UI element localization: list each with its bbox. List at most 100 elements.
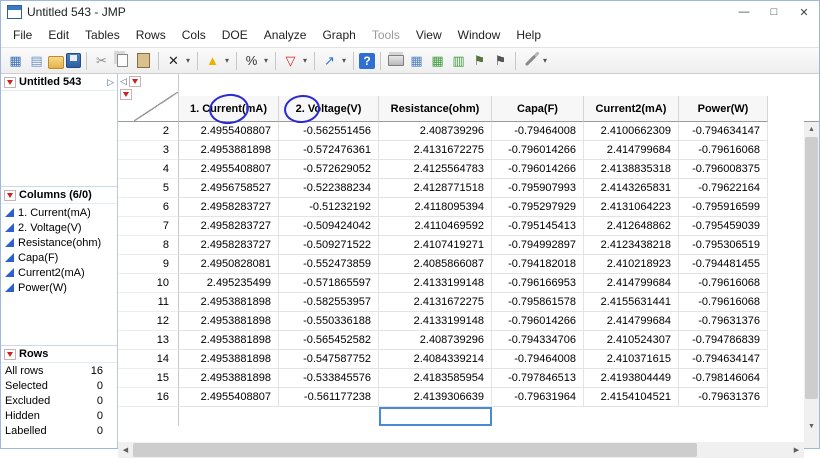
table-cell[interactable]: 2.4953881898: [179, 369, 279, 388]
table-cell[interactable]: 2.4107419271: [379, 236, 492, 255]
column-header[interactable]: Capa(F): [492, 96, 584, 122]
table-cell[interactable]: 2.4955408807: [179, 388, 279, 407]
toolbar-dropdown-caret[interactable]: ▾: [301, 56, 309, 65]
menu-help[interactable]: Help: [508, 25, 549, 45]
table-cell[interactable]: -0.79622164: [679, 179, 768, 198]
table-cell[interactable]: 2.4139306639: [379, 388, 492, 407]
column-list-item[interactable]: Power(W): [1, 280, 117, 295]
flag2-icon[interactable]: ⚑: [491, 51, 510, 70]
preferences-wrench-icon[interactable]: [521, 51, 540, 70]
column-header[interactable]: 1. Current(mA): [179, 96, 279, 122]
table-cell[interactable]: -0.509424042: [279, 217, 379, 236]
table-cell[interactable]: 2.4953881898: [179, 293, 279, 312]
columns-menu-icon[interactable]: [128, 76, 141, 87]
toolbar-dropdown-caret[interactable]: ▾: [184, 56, 192, 65]
table-cell[interactable]: 2.4128771518: [379, 179, 492, 198]
layout-icon[interactable]: ▦: [407, 51, 426, 70]
table-cell[interactable]: -0.79464008: [492, 350, 584, 369]
menu-analyze[interactable]: Analyze: [256, 25, 315, 45]
table-cell[interactable]: 2.4084339214: [379, 350, 492, 369]
table-panel-header[interactable]: Untitled 543 ▷: [1, 74, 117, 91]
table-cell[interactable]: -0.550336188: [279, 312, 379, 331]
table-cell[interactable]: -0.794786839: [679, 331, 768, 350]
percent-format-icon[interactable]: %: [242, 51, 261, 70]
data-filter-icon[interactable]: ▽: [281, 51, 300, 70]
table-cell[interactable]: -0.794634147: [679, 122, 768, 141]
column-header[interactable]: Power(W): [679, 96, 768, 122]
menu-tools[interactable]: Tools: [364, 25, 408, 45]
row-number[interactable]: 2: [118, 122, 179, 141]
table-cell[interactable]: -0.795907993: [492, 179, 584, 198]
collapse-panel-icon[interactable]: ◁: [120, 76, 127, 87]
table-cell[interactable]: 2.495235499: [179, 274, 279, 293]
column-list-item[interactable]: Current2(mA): [1, 265, 117, 280]
row-number[interactable]: 5: [118, 179, 179, 198]
table-cell[interactable]: 2.408739296: [379, 122, 492, 141]
table-cell[interactable]: 2.4125564783: [379, 160, 492, 179]
table-cell[interactable]: -0.79631376: [679, 312, 768, 331]
table-cell[interactable]: -0.796014266: [492, 160, 584, 179]
rows-menu-icon[interactable]: [120, 89, 132, 100]
table-cell[interactable]: 2.4131064223: [584, 198, 679, 217]
column-header[interactable]: 2. Voltage(V): [279, 96, 379, 122]
table-cell[interactable]: 2.4131672275: [379, 293, 492, 312]
toolbar-dropdown-caret[interactable]: ▾: [262, 56, 270, 65]
table-cell[interactable]: 2.4100662309: [584, 122, 679, 141]
table-cell[interactable]: -0.796166953: [492, 274, 584, 293]
table-cell[interactable]: -0.547587752: [279, 350, 379, 369]
table-cell[interactable]: -0.582553957: [279, 293, 379, 312]
table-cell[interactable]: 2.4953881898: [179, 312, 279, 331]
row-number[interactable]: 11: [118, 293, 179, 312]
table-cell[interactable]: -0.509271522: [279, 236, 379, 255]
table-cell[interactable]: -0.572629052: [279, 160, 379, 179]
table-grid-icon[interactable]: ▦: [428, 51, 447, 70]
vertical-scrollbar[interactable]: ▲ ▼: [804, 122, 819, 434]
table-cell[interactable]: 2.4955408807: [179, 160, 279, 179]
row-number[interactable]: 7: [118, 217, 179, 236]
table-cell[interactable]: -0.565452582: [279, 331, 379, 350]
table-cell[interactable]: 2.414799684: [584, 274, 679, 293]
row-number[interactable]: 13: [118, 331, 179, 350]
table-cell[interactable]: -0.795297929: [492, 198, 584, 217]
close-button[interactable]: ✕: [789, 1, 819, 23]
table-cell[interactable]: 2.4155631441: [584, 293, 679, 312]
row-number[interactable]: 15: [118, 369, 179, 388]
table-cell[interactable]: -0.562551456: [279, 122, 379, 141]
menu-edit[interactable]: Edit: [40, 25, 77, 45]
warning-triangle-icon[interactable]: ▲: [203, 51, 222, 70]
row-number[interactable]: 16: [118, 388, 179, 407]
toolbar-dropdown-caret[interactable]: ▾: [223, 56, 231, 65]
table-cell[interactable]: 2.4133199148: [379, 274, 492, 293]
table-cell[interactable]: -0.51232192: [279, 198, 379, 217]
table-cell[interactable]: -0.796008375: [679, 160, 768, 179]
new-data-table-icon[interactable]: ▦: [6, 51, 25, 70]
table-cell[interactable]: 2.410524307: [584, 331, 679, 350]
table-cell[interactable]: -0.571865597: [279, 274, 379, 293]
table-cell[interactable]: -0.561177238: [279, 388, 379, 407]
table-cell[interactable]: -0.795916599: [679, 198, 768, 217]
scroll-down-arrow[interactable]: ▼: [804, 419, 819, 434]
table-cell[interactable]: -0.79631376: [679, 388, 768, 407]
column-header[interactable]: Resistance(ohm): [379, 96, 492, 122]
column-list-item[interactable]: Resistance(ohm): [1, 235, 117, 250]
column-list-item[interactable]: 2. Voltage(V): [1, 220, 117, 235]
vscroll-thumb[interactable]: [805, 137, 818, 400]
table-cell[interactable]: -0.794182018: [492, 255, 584, 274]
table-cell[interactable]: 2.4958283727: [179, 236, 279, 255]
table-cell[interactable]: 2.4138835318: [584, 160, 679, 179]
table-cell[interactable]: 2.4085866087: [379, 255, 492, 274]
table-cell[interactable]: 2.4110469592: [379, 217, 492, 236]
table-cell[interactable]: -0.522388234: [279, 179, 379, 198]
table-cell[interactable]: 2.4953881898: [179, 331, 279, 350]
table-cell[interactable]: 2.4118095394: [379, 198, 492, 217]
table-cell[interactable]: 2.4154104521: [584, 388, 679, 407]
new-journal-icon[interactable]: ▤: [27, 51, 46, 70]
table-cell[interactable]: -0.795145413: [492, 217, 584, 236]
table-cell[interactable]: 2.4950828081: [179, 255, 279, 274]
table-cell[interactable]: -0.552473859: [279, 255, 379, 274]
table-cell[interactable]: 2.408739296: [379, 331, 492, 350]
table-cell[interactable]: -0.794334706: [492, 331, 584, 350]
menu-graph[interactable]: Graph: [314, 25, 363, 45]
table-cell[interactable]: -0.79616068: [679, 141, 768, 160]
table-cell[interactable]: -0.79616068: [679, 274, 768, 293]
